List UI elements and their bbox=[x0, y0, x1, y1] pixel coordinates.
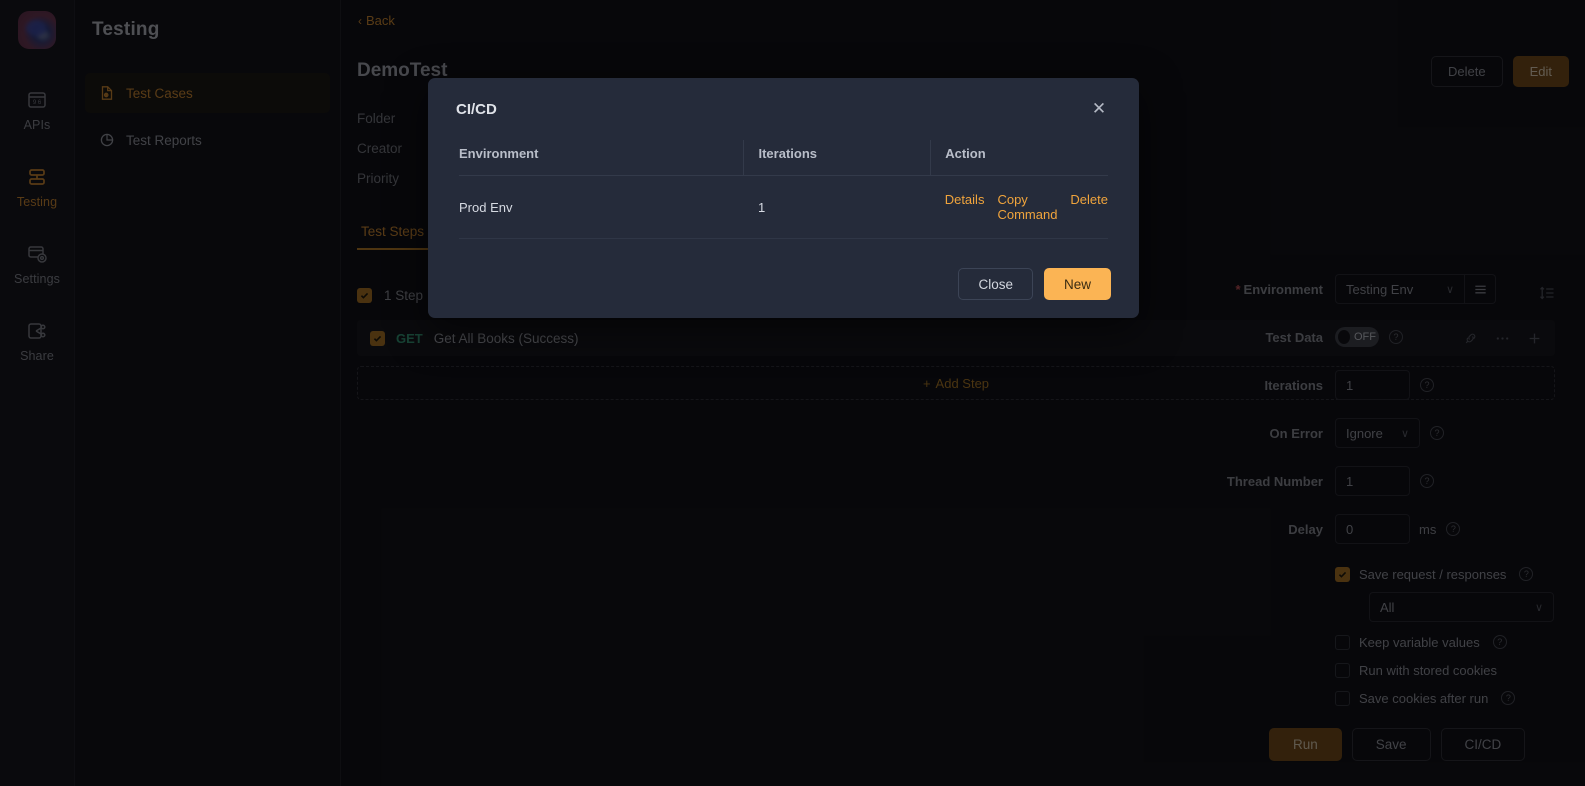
cell-environment: Prod Env bbox=[459, 175, 744, 239]
cell-action: Details Copy Command Delete bbox=[930, 175, 1108, 239]
modal-title: CI/CD bbox=[456, 100, 497, 118]
table-body: Prod Env 1 Details Copy Command Delete bbox=[459, 175, 1108, 239]
copy-command-link[interactable]: Copy Command bbox=[997, 192, 1057, 222]
cicd-modal: CI/CD ✕ Environment Iterations Action Pr… bbox=[428, 78, 1139, 318]
app-root: 9 6 APIs Testing Settings bbox=[0, 0, 1585, 786]
modal-close-button[interactable]: Close bbox=[958, 268, 1033, 300]
column-header-action: Action bbox=[930, 140, 1108, 176]
cicd-table: Environment Iterations Action Prod Env 1… bbox=[459, 140, 1108, 239]
table-header: Environment Iterations Action bbox=[459, 140, 1108, 176]
close-icon[interactable]: ✕ bbox=[1087, 97, 1111, 121]
modal-body: Environment Iterations Action Prod Env 1… bbox=[428, 140, 1139, 239]
details-link[interactable]: Details bbox=[945, 192, 985, 222]
modal-new-button[interactable]: New bbox=[1043, 268, 1111, 300]
row-action-links: Details Copy Command Delete bbox=[945, 192, 1108, 222]
table-row: Prod Env 1 Details Copy Command Delete bbox=[459, 175, 1108, 239]
modal-footer: Close New bbox=[958, 268, 1111, 300]
modal-header: CI/CD ✕ bbox=[428, 78, 1139, 140]
cell-iterations: 1 bbox=[743, 175, 931, 239]
delete-link[interactable]: Delete bbox=[1070, 192, 1108, 222]
column-header-environment: Environment bbox=[459, 140, 744, 176]
column-header-iterations: Iterations bbox=[743, 140, 931, 176]
